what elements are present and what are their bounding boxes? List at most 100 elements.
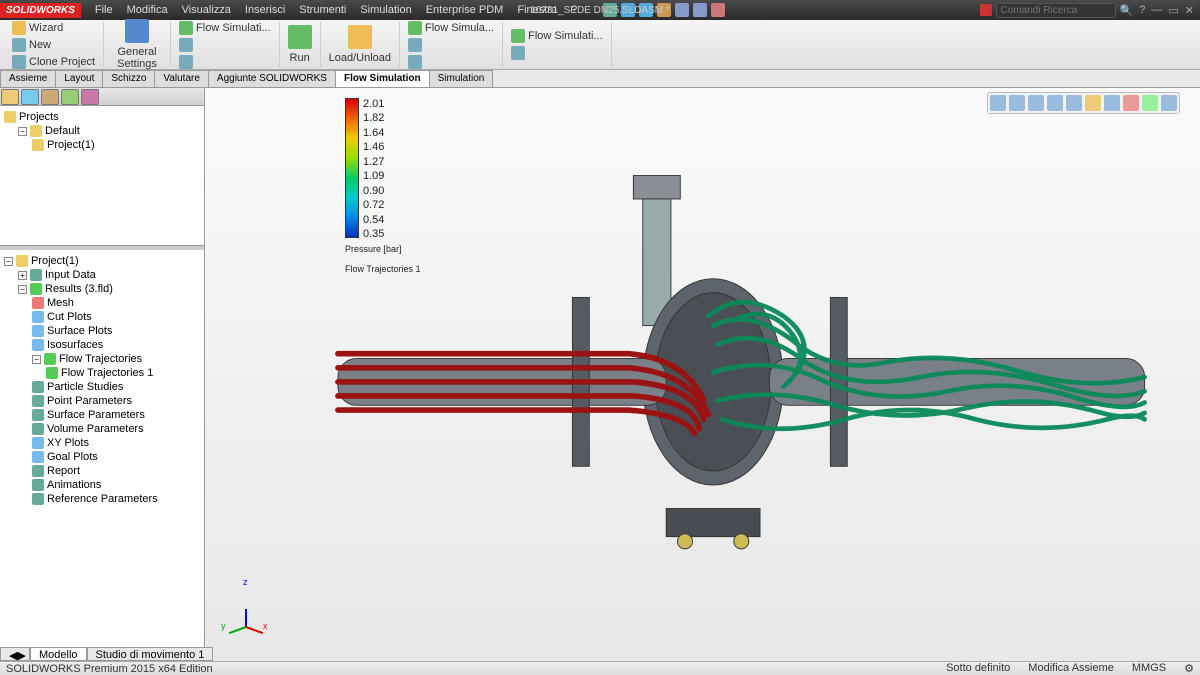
general-settings-button[interactable]: General Settings <box>110 18 164 71</box>
appearance-icon[interactable] <box>1123 95 1139 111</box>
flow-sim-button-2c[interactable] <box>406 54 424 70</box>
tab-layout[interactable]: Layout <box>55 70 103 87</box>
tree-pointparam[interactable]: Point Parameters <box>4 394 200 408</box>
tree-refparams[interactable]: Reference Parameters <box>4 492 200 506</box>
tab-assieme[interactable]: Assieme <box>0 70 56 87</box>
tree-particle[interactable]: Particle Studies <box>4 380 200 394</box>
project-tree[interactable]: Projects −Default Project(1) <box>0 106 204 246</box>
sidetab-display-icon[interactable] <box>61 89 79 105</box>
btab-controls[interactable]: ◀▶ <box>0 647 30 661</box>
search-brand-icon <box>980 4 992 16</box>
load-button[interactable]: Load/Unload <box>327 24 393 65</box>
tree-root[interactable]: −Project(1) <box>4 254 200 268</box>
zoom-area-icon[interactable] <box>1009 95 1025 111</box>
menu-inserisci[interactable]: Inserisci <box>239 2 291 18</box>
collapse-icon[interactable]: − <box>32 355 41 364</box>
folder-icon <box>30 125 42 137</box>
tab-flow-simulation[interactable]: Flow Simulation <box>335 70 430 87</box>
prev-view-icon[interactable] <box>1028 95 1044 111</box>
flow-icon <box>46 367 58 379</box>
help-icon[interactable]: ? <box>1139 4 1145 17</box>
sidetab-property-icon[interactable] <box>21 89 39 105</box>
tab-schizzo[interactable]: Schizzo <box>102 70 155 87</box>
tree-cutplots[interactable]: Cut Plots <box>4 310 200 324</box>
close-icon[interactable]: ✕ <box>1185 4 1194 17</box>
qat-undo-icon[interactable] <box>675 3 689 17</box>
qat-rebuild-icon[interactable] <box>693 3 707 17</box>
param-icon <box>32 493 44 505</box>
scene-icon[interactable] <box>1142 95 1158 111</box>
tab-aggiunte[interactable]: Aggiunte SOLIDWORKS <box>208 70 336 87</box>
flow-sim-button-3b[interactable] <box>509 45 527 61</box>
mesh-icon <box>32 297 44 309</box>
run-button[interactable]: Run <box>286 24 314 65</box>
minimize-icon[interactable]: — <box>1151 4 1162 17</box>
wizard-button[interactable]: Wizard <box>10 20 65 36</box>
clone-button[interactable]: Clone Project <box>10 54 97 70</box>
search-icon[interactable]: 🔍 <box>1120 4 1134 17</box>
results-tree[interactable]: −Project(1) +Input Data −Results (3.fld)… <box>0 250 204 647</box>
tree-input[interactable]: +Input Data <box>4 268 200 282</box>
new-button[interactable]: New <box>10 37 53 53</box>
menu-pdm[interactable]: Enterprise PDM <box>420 2 510 18</box>
tree-report[interactable]: Report <box>4 464 200 478</box>
section-icon[interactable] <box>1047 95 1063 111</box>
collapse-icon[interactable]: − <box>18 127 27 136</box>
param-icon <box>32 409 44 421</box>
menu-visualizza[interactable]: Visualizza <box>176 2 237 18</box>
status-units[interactable]: MMGS <box>1132 662 1166 675</box>
qat-options-icon[interactable] <box>711 3 725 17</box>
tree-default[interactable]: −Default <box>4 124 200 138</box>
app-logo: SOLIDWORKS <box>0 3 81 18</box>
menu-simulation[interactable]: Simulation <box>354 2 417 18</box>
search-input[interactable] <box>996 3 1116 18</box>
tree-mesh[interactable]: Mesh <box>4 296 200 310</box>
hide-show-icon[interactable] <box>1104 95 1120 111</box>
sidetab-flow-icon[interactable] <box>81 89 99 105</box>
zoom-fit-icon[interactable] <box>990 95 1006 111</box>
status-options-icon[interactable]: ⚙ <box>1184 662 1194 675</box>
viewport[interactable]: 2.011.821.641.461.271.090.900.720.540.35… <box>205 88 1200 647</box>
btab-modello[interactable]: Modello <box>30 647 87 661</box>
collapse-icon[interactable]: − <box>4 257 13 266</box>
tree-volumeparam[interactable]: Volume Parameters <box>4 422 200 436</box>
tool-icon <box>179 55 193 69</box>
tab-simulation[interactable]: Simulation <box>429 70 494 87</box>
flow-sim-button-1c[interactable] <box>177 54 195 70</box>
flow-sim-button-1b[interactable] <box>177 37 195 53</box>
btab-studio[interactable]: Studio di movimento 1 <box>87 647 214 661</box>
flow-sim-button-3[interactable]: Flow Simulati... <box>509 28 605 44</box>
collapse-icon[interactable]: − <box>18 285 27 294</box>
display-style-icon[interactable] <box>1085 95 1101 111</box>
expand-icon[interactable]: + <box>18 271 27 280</box>
tree-flowtraj[interactable]: −Flow Trajectories <box>4 352 200 366</box>
view-settings-icon[interactable] <box>1161 95 1177 111</box>
status-bar: SOLIDWORKS Premium 2015 x64 Edition Sott… <box>0 661 1200 675</box>
project-icon <box>32 139 44 151</box>
tree-flowtraj1[interactable]: Flow Trajectories 1 <box>4 366 200 380</box>
project-icon <box>16 255 28 267</box>
tree-isosurfaces[interactable]: Isosurfaces <box>4 338 200 352</box>
menu-strumenti[interactable]: Strumenti <box>293 2 352 18</box>
flow-icon <box>408 21 422 35</box>
tree-xyplots[interactable]: XY Plots <box>4 436 200 450</box>
tree-results[interactable]: −Results (3.fld) <box>4 282 200 296</box>
flow-sim-button-2[interactable]: Flow Simula... <box>406 20 496 36</box>
menu-file[interactable]: File <box>89 2 119 18</box>
sidetab-feature-icon[interactable] <box>1 89 19 105</box>
feature-manager: Projects −Default Project(1) −Project(1)… <box>0 88 205 647</box>
sidetab-config-icon[interactable] <box>41 89 59 105</box>
restore-icon[interactable]: ▭ <box>1168 4 1178 17</box>
tree-projects[interactable]: Projects <box>4 110 200 124</box>
coordinate-triad[interactable]: z x y <box>225 587 265 627</box>
flow-sim-button-1[interactable]: Flow Simulati... <box>177 20 273 36</box>
tree-animations[interactable]: Animations <box>4 478 200 492</box>
tree-project1[interactable]: Project(1) <box>4 138 200 152</box>
tab-valutare[interactable]: Valutare <box>154 70 209 87</box>
menu-modifica[interactable]: Modifica <box>121 2 174 18</box>
view-orient-icon[interactable] <box>1066 95 1082 111</box>
tree-goalplots[interactable]: Goal Plots <box>4 450 200 464</box>
tree-surfaceplots[interactable]: Surface Plots <box>4 324 200 338</box>
flow-sim-button-2b[interactable] <box>406 37 424 53</box>
tree-surfaceparam[interactable]: Surface Parameters <box>4 408 200 422</box>
